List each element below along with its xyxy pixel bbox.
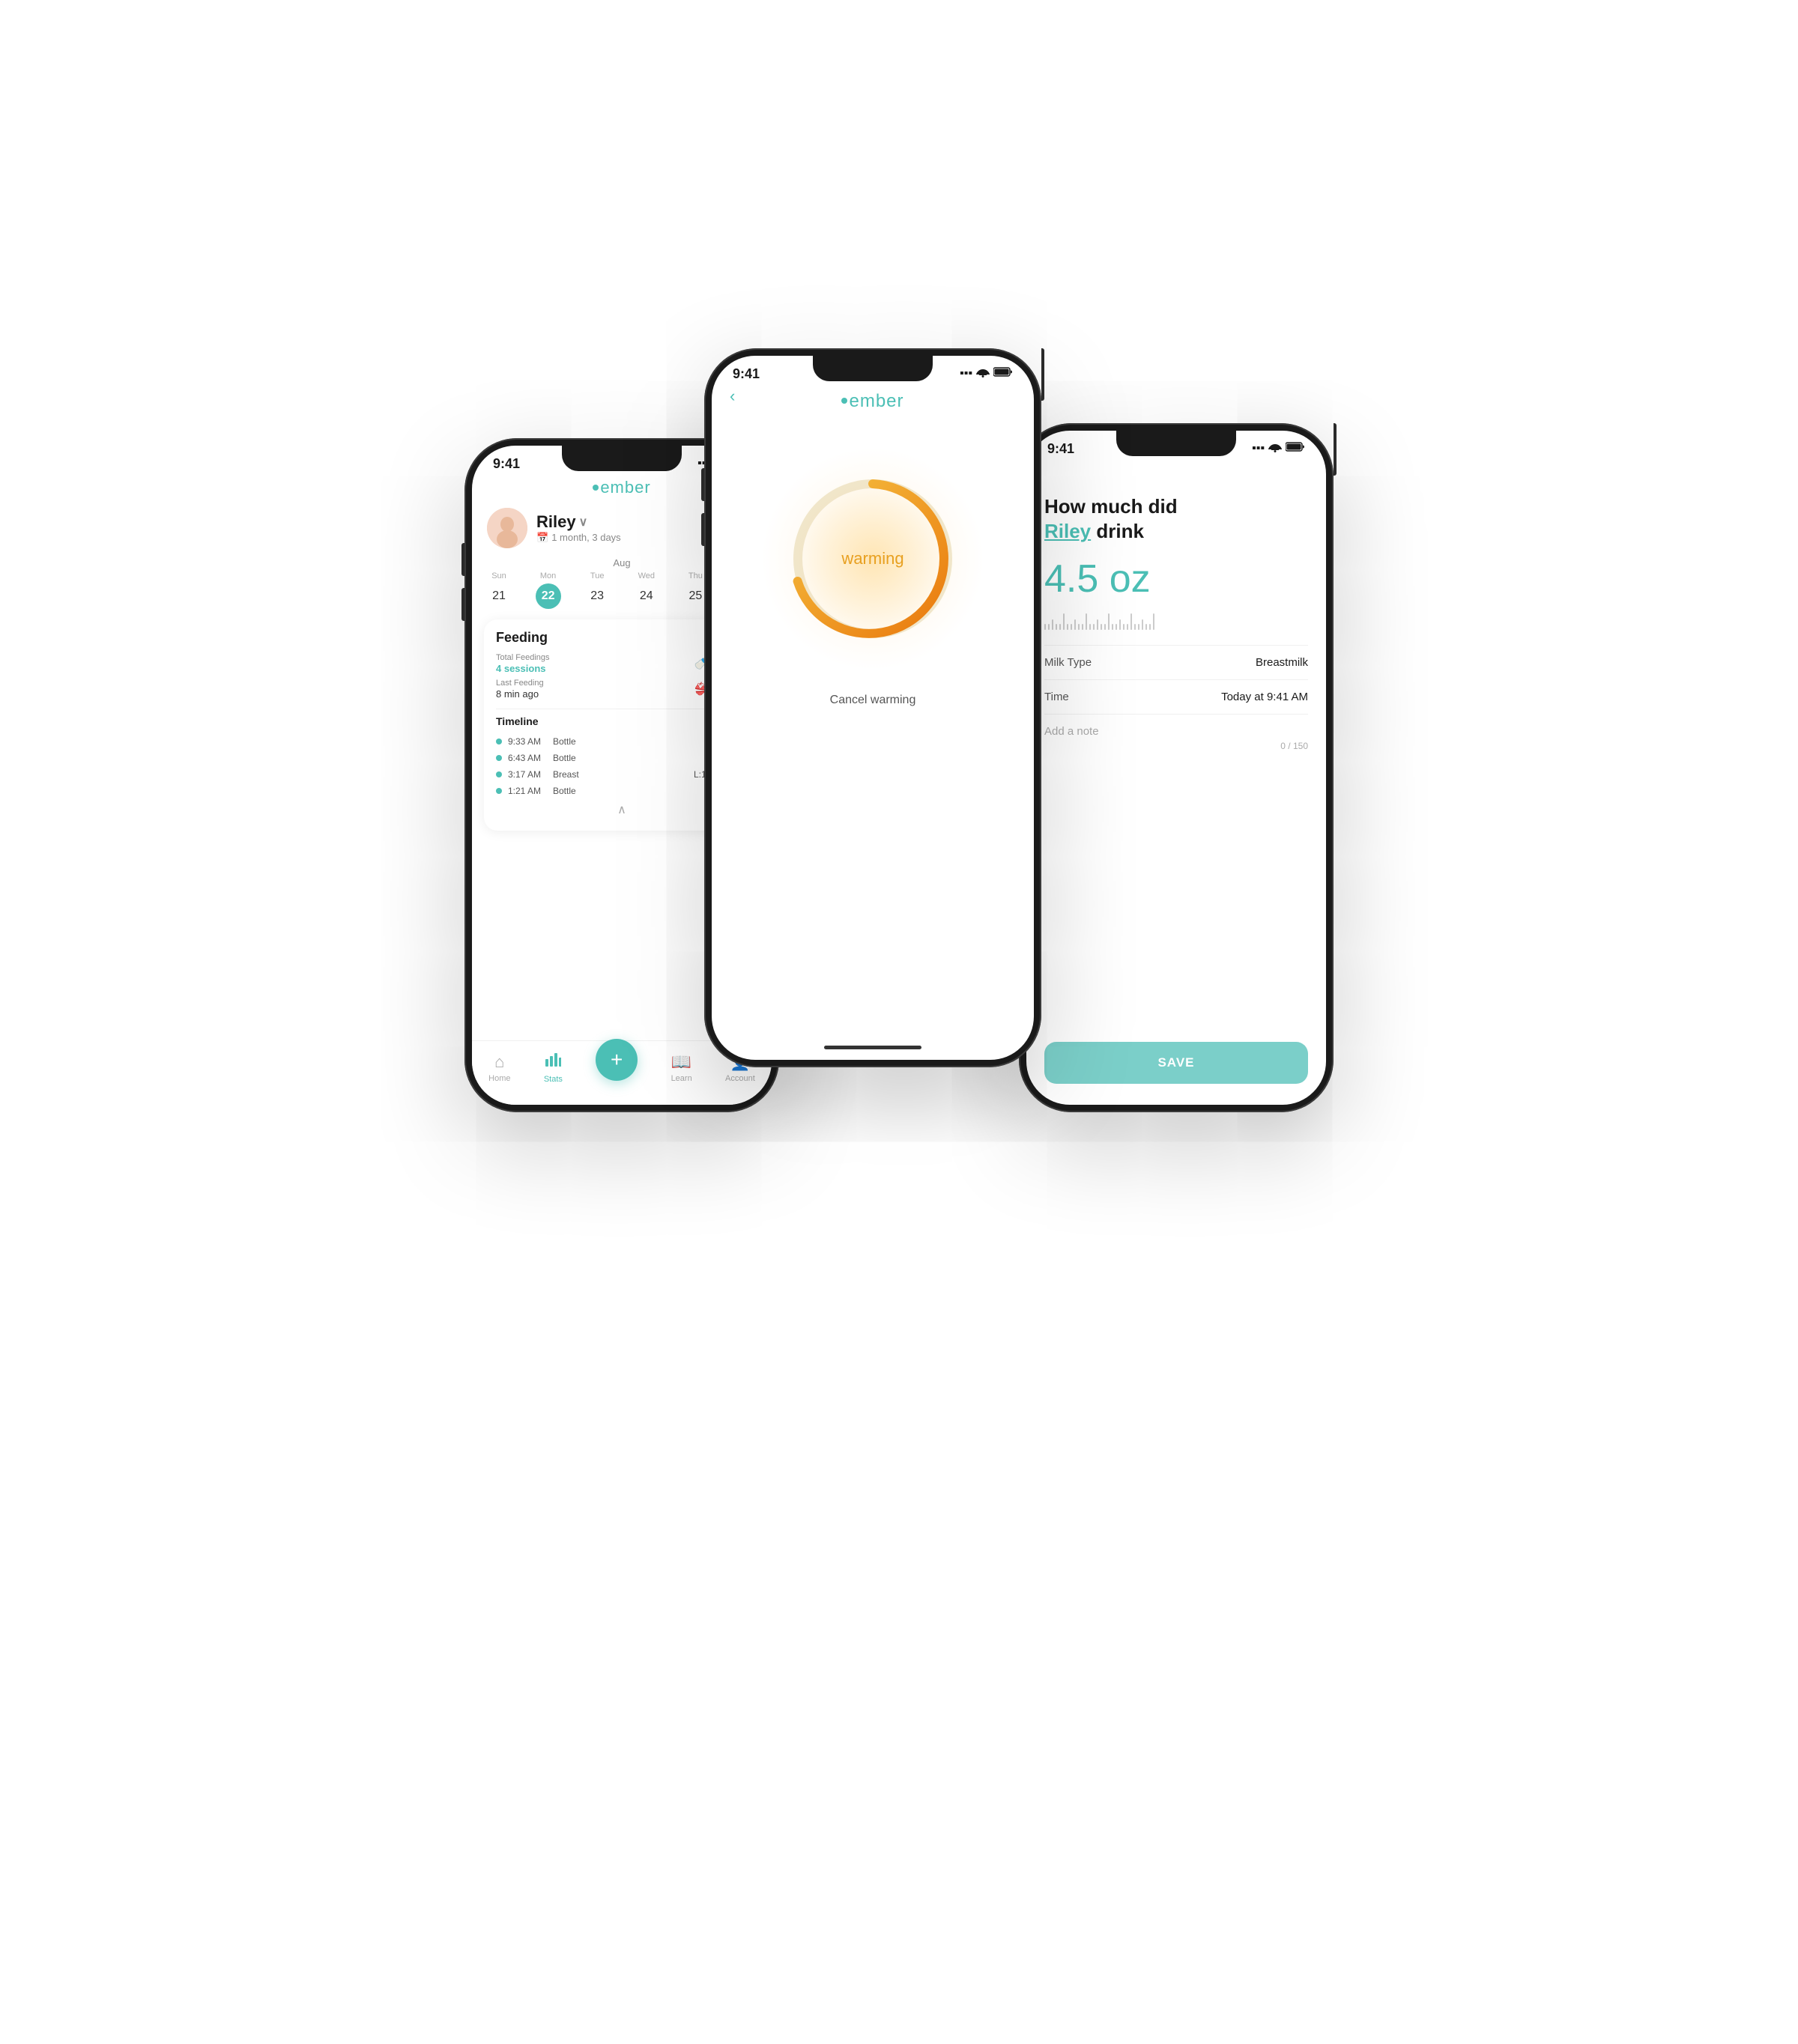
day-sun[interactable]: Sun 21 (484, 571, 514, 609)
signal-icon-r: ▪▪▪ (1252, 442, 1265, 455)
phone-center-screen: 9:41 ▪▪▪ ‹ ember (712, 356, 1034, 1060)
timeline-dot (496, 739, 502, 744)
riley-link[interactable]: Riley (1044, 520, 1091, 542)
timeline-dot (496, 788, 502, 794)
battery-icon-r (1286, 442, 1305, 455)
notch-left (562, 446, 682, 471)
last-feeding-stat: Last Feeding 8 min ago (496, 679, 622, 700)
wifi-icon-c (976, 367, 990, 381)
time-row[interactable]: Time Today at 9:41 AM (1044, 680, 1308, 715)
phones-container: 9:41 ▪▪▪ ember (487, 348, 1311, 1696)
day-mon[interactable]: Mon 22 (533, 571, 563, 609)
phone-right: 9:41 ▪▪▪ How much did Riley drink (1019, 423, 1334, 1112)
warming-label: warming (841, 549, 903, 568)
avatar (487, 508, 527, 548)
save-button[interactable]: SAVE (1044, 1042, 1308, 1084)
time-left: 9:41 (493, 456, 520, 472)
battery-icon-c (993, 367, 1013, 380)
time-center: 9:41 (733, 366, 760, 382)
center-header: ‹ ember (712, 382, 1034, 416)
notch-center (813, 356, 933, 381)
day-tue[interactable]: Tue 23 (582, 571, 612, 609)
total-feedings-label-block: Total Feedings 4 sessions (496, 653, 550, 674)
nav-home[interactable]: ⌂ Home (488, 1052, 510, 1083)
calendar-icon: 📅 (536, 532, 548, 544)
nav-learn[interactable]: 📖 Learn (671, 1052, 692, 1083)
home-indicator (824, 1046, 921, 1049)
profile-name[interactable]: Riley ∨ (536, 512, 621, 532)
ruler[interactable] (1044, 607, 1308, 630)
drink-fields: Milk Type Breastmilk Time Today at 9:41 … (1044, 645, 1308, 762)
phone-right-screen: 9:41 ▪▪▪ How much did Riley drink (1026, 431, 1326, 1105)
chevron-down-icon: ∨ (579, 515, 588, 530)
status-icons-center: ▪▪▪ (960, 367, 1013, 381)
total-feedings-stat: Total Feedings 4 sessions (496, 653, 622, 674)
stats-label: Stats (544, 1075, 563, 1084)
profile-age: 📅 1 month, 3 days (536, 532, 621, 544)
home-icon: ⌂ (494, 1052, 504, 1072)
nav-stats[interactable]: Stats (544, 1052, 563, 1084)
profile-info: Riley ∨ 📅 1 month, 3 days (536, 512, 621, 544)
learn-icon: 📖 (671, 1052, 691, 1072)
fab-add-button[interactable]: + (596, 1039, 638, 1081)
drink-screen: How much did Riley drink 4.5 oz (1026, 457, 1326, 777)
day-wed[interactable]: Wed 24 (632, 571, 662, 609)
note-field[interactable]: Add a note 0 / 150 (1044, 715, 1308, 762)
time-right: 9:41 (1047, 441, 1074, 457)
drink-amount: 4.5 oz (1044, 557, 1308, 601)
milk-type-row[interactable]: Milk Type Breastmilk (1044, 646, 1308, 680)
notch-right (1116, 431, 1236, 456)
timeline-dot (496, 771, 502, 777)
drink-title: How much did Riley drink (1044, 494, 1308, 545)
warming-section: warming Cancel warming (712, 416, 1034, 737)
cancel-warming-button[interactable]: Cancel warming (830, 694, 916, 707)
note-count: 0 / 150 (1044, 741, 1308, 751)
status-icons-right: ▪▪▪ (1252, 442, 1305, 456)
ember-logo-center: ember (730, 391, 1016, 412)
back-button[interactable]: ‹ (730, 386, 735, 405)
warming-circle: warming (775, 461, 970, 656)
signal-icon-c: ▪▪▪ (960, 367, 972, 380)
phone-center: 9:41 ▪▪▪ ‹ ember (704, 348, 1041, 1067)
timeline-dot (496, 755, 502, 761)
wifi-icon-r (1268, 442, 1282, 456)
stats-icon (545, 1052, 561, 1073)
